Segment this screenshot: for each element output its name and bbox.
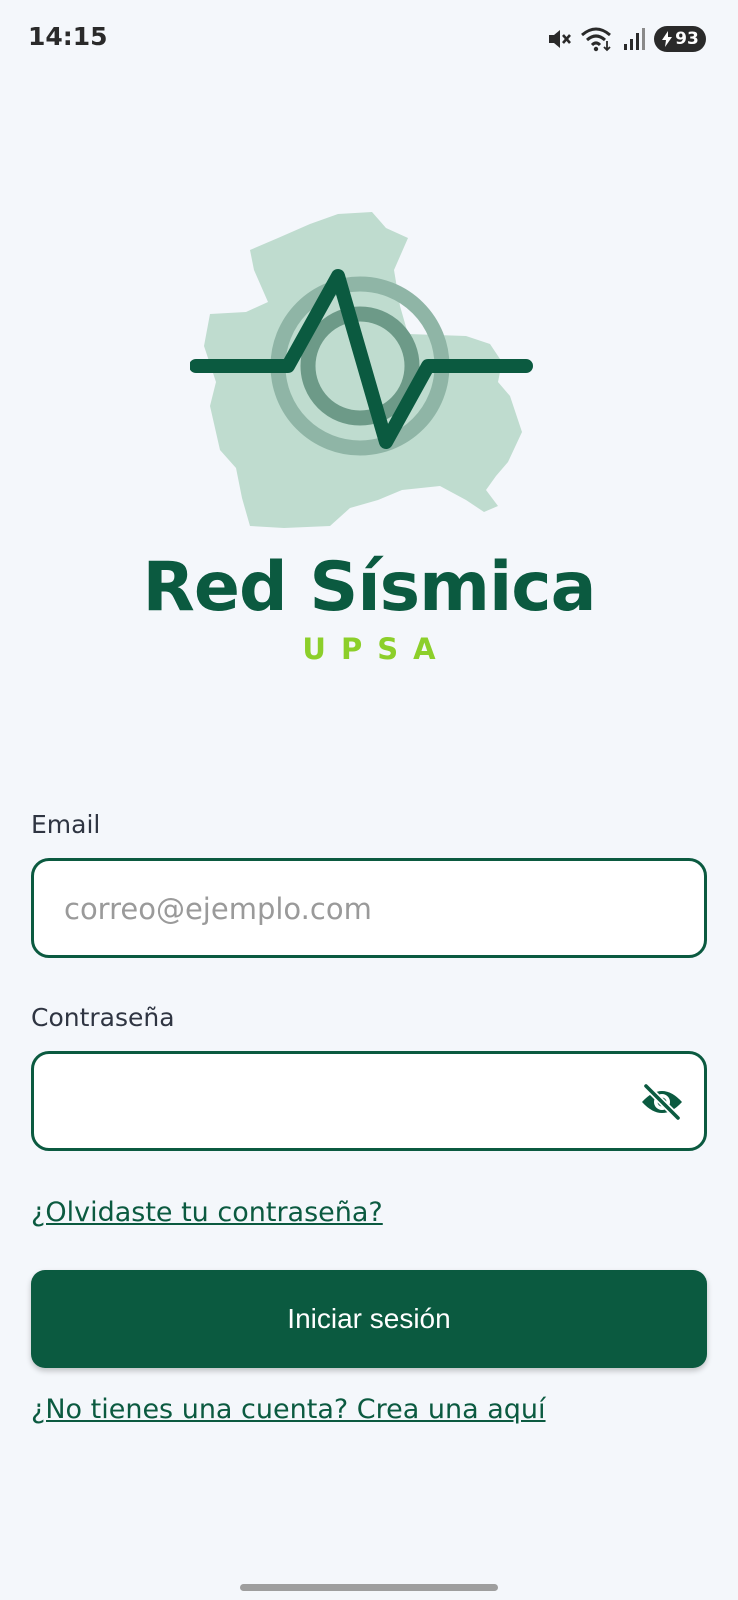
email-field-container xyxy=(31,858,707,958)
seismic-map-logo-icon xyxy=(189,212,533,528)
email-field[interactable] xyxy=(62,861,626,957)
toggle-password-visibility-button[interactable] xyxy=(640,1084,684,1120)
signal-icon xyxy=(624,28,645,50)
battery-level: 93 xyxy=(675,29,699,49)
charging-bolt-icon xyxy=(662,31,673,47)
brand-subtitle: UPSA xyxy=(302,632,451,666)
status-bar: 14:15 93 xyxy=(0,0,738,80)
eye-off-icon xyxy=(642,1084,682,1120)
battery-indicator: 93 xyxy=(654,26,706,52)
password-field[interactable] xyxy=(62,1054,626,1150)
login-button[interactable]: Iniciar sesión xyxy=(31,1270,707,1368)
forgot-password-link[interactable]: ¿Olvidaste tu contraseña? xyxy=(31,1197,383,1228)
email-label: Email xyxy=(31,810,101,839)
wifi-icon xyxy=(581,27,611,52)
app-logo xyxy=(189,210,550,540)
mute-icon xyxy=(549,30,571,48)
status-time: 14:15 xyxy=(28,22,108,51)
home-indicator[interactable] xyxy=(240,1584,498,1591)
status-icons: 93 xyxy=(546,24,706,54)
brand-title: Red Sísmica xyxy=(142,548,597,627)
password-label: Contraseña xyxy=(31,1003,175,1032)
register-link[interactable]: ¿No tienes una cuenta? Crea una aquí xyxy=(31,1394,546,1425)
password-field-container xyxy=(31,1051,707,1151)
